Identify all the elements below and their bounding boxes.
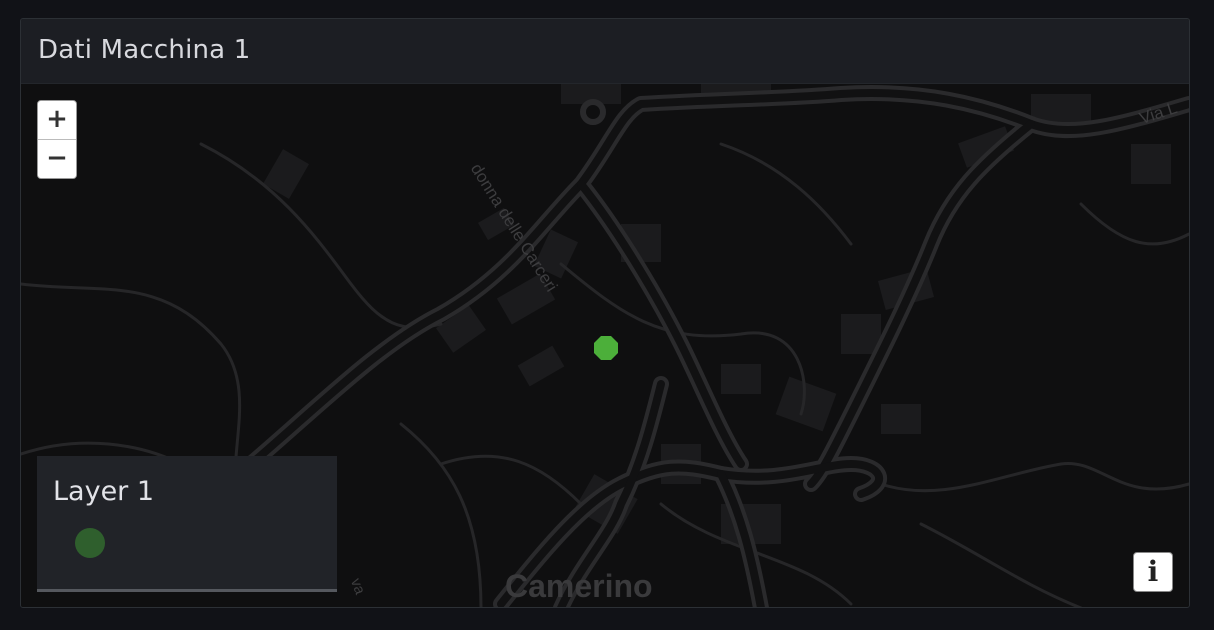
attribution-info-button[interactable]: i: [1133, 552, 1173, 592]
legend-color-swatch: [75, 528, 105, 558]
panel-title[interactable]: Dati Macchina 1: [38, 35, 251, 65]
map-road-casing: [243, 85, 1189, 607]
town-label: Camerino: [505, 568, 653, 604]
zoom-control: + −: [37, 100, 77, 179]
location-marker[interactable]: [594, 336, 618, 360]
map-view[interactable]: donna delle Carceri Via L va Camerino + …: [21, 84, 1189, 607]
zoom-in-button[interactable]: +: [38, 101, 76, 139]
map-roundabout: [580, 99, 606, 125]
panel-header: Dati Macchina 1: [21, 19, 1189, 84]
map-panel: Dati Macchina 1 donna delle Carceri Via …: [20, 18, 1190, 608]
zoom-out-button[interactable]: −: [38, 139, 76, 178]
legend-title: Layer 1: [53, 476, 155, 507]
layer-legend: Layer 1: [37, 456, 337, 592]
